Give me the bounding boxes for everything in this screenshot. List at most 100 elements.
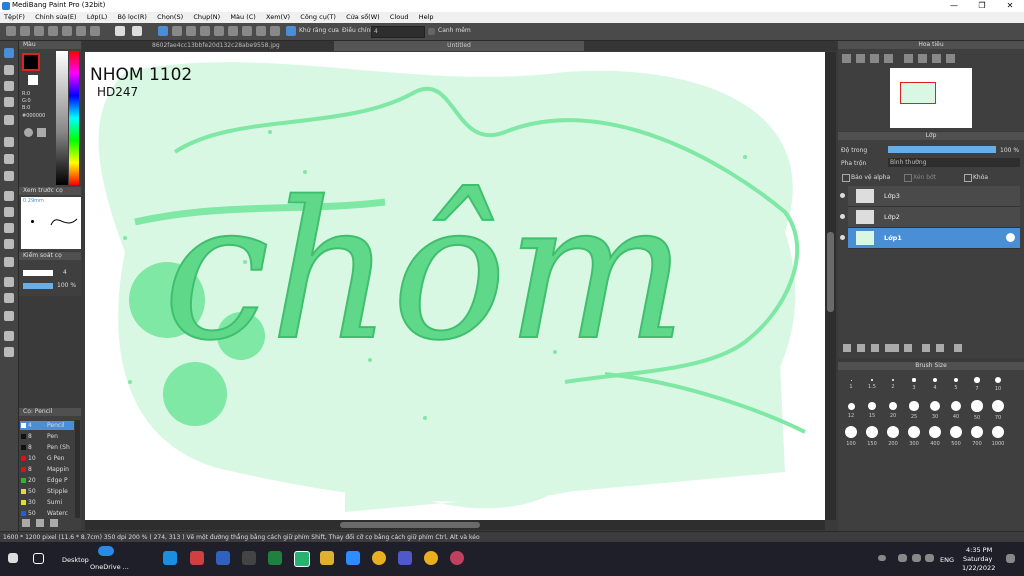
menu-window[interactable]: Cửa sổ(W) bbox=[342, 12, 384, 23]
brush-size-option[interactable]: 7 bbox=[968, 374, 986, 392]
brush-item-pen[interactable]: 8 Pen bbox=[20, 432, 74, 441]
brush-size-option[interactable]: 40 bbox=[947, 400, 965, 420]
brush-size-option[interactable]: 200 bbox=[884, 426, 902, 447]
clock-time[interactable]: 4:35 PM bbox=[966, 546, 992, 554]
horizontal-scroll-thumb[interactable] bbox=[340, 522, 480, 528]
navigator-thumbnail[interactable] bbox=[890, 68, 972, 128]
zoom-app-icon[interactable] bbox=[346, 551, 360, 565]
merge-layer-icon[interactable] bbox=[936, 344, 944, 352]
chrome-icon[interactable] bbox=[372, 551, 386, 565]
menu-edit[interactable]: Chỉnh sửa(E) bbox=[31, 12, 80, 23]
brush-copy-icon[interactable] bbox=[36, 519, 44, 527]
brush-add-icon[interactable] bbox=[22, 519, 30, 527]
transform-icon[interactable] bbox=[214, 26, 224, 36]
close-button[interactable]: ✕ bbox=[996, 0, 1024, 12]
tray-network-icon[interactable] bbox=[912, 554, 921, 562]
clock-day[interactable]: Saturday bbox=[963, 555, 992, 563]
excel-icon[interactable] bbox=[268, 551, 282, 565]
maximize-button[interactable]: ❐ bbox=[968, 0, 996, 12]
trash-icon[interactable] bbox=[954, 344, 962, 352]
minimize-button[interactable]: — bbox=[940, 0, 968, 12]
clock-date[interactable]: 1/22/2022 bbox=[962, 564, 995, 572]
brush-list-scrollbar[interactable] bbox=[75, 420, 80, 518]
gradient-tool-icon[interactable] bbox=[4, 171, 14, 181]
brush-size-option[interactable]: 700 bbox=[968, 426, 986, 447]
blend-mode-select[interactable]: Bình thường bbox=[888, 158, 1020, 167]
color-hue-bar[interactable] bbox=[69, 51, 79, 185]
add-layer-menu-icon[interactable] bbox=[885, 344, 899, 352]
brush-item-watercolor[interactable]: 50 Waterc bbox=[20, 509, 74, 518]
menu-tools[interactable]: Công cụ(T) bbox=[296, 12, 340, 23]
brush-size-option[interactable]: 2 bbox=[884, 374, 902, 390]
grid-icon[interactable] bbox=[90, 26, 100, 36]
pen-tool-icon[interactable] bbox=[4, 48, 14, 58]
menu-filter[interactable]: Bộ lọc(R) bbox=[113, 12, 150, 23]
onedrive-label[interactable]: OneDrive ... bbox=[90, 563, 129, 571]
menu-file[interactable]: Tệp(F) bbox=[0, 12, 29, 23]
language-indicator[interactable]: ENG bbox=[940, 556, 954, 564]
new-layer-icon[interactable] bbox=[843, 344, 851, 352]
eraser-tool-icon[interactable] bbox=[4, 65, 14, 75]
select-pen-icon[interactable] bbox=[4, 239, 14, 249]
tray-battery-icon[interactable] bbox=[898, 554, 907, 562]
selection-all-icon[interactable] bbox=[172, 26, 182, 36]
medibang-icon[interactable] bbox=[294, 551, 310, 567]
brush-size-option[interactable]: 400 bbox=[926, 426, 944, 447]
brush-item-sumi[interactable]: 30 Sumi bbox=[20, 498, 74, 507]
file-explorer-icon[interactable] bbox=[320, 551, 334, 565]
brush-size-option[interactable]: 70 bbox=[989, 400, 1007, 421]
move-tool-icon[interactable] bbox=[4, 115, 14, 125]
selection-invert-icon[interactable] bbox=[186, 26, 196, 36]
lock-checkbox[interactable] bbox=[964, 174, 972, 182]
brush-size-option[interactable]: 1 bbox=[842, 374, 860, 390]
word-icon[interactable] bbox=[216, 551, 230, 565]
wifi-icon[interactable] bbox=[242, 551, 256, 565]
background-color-swatch[interactable] bbox=[28, 75, 38, 85]
lasso-tool-icon[interactable] bbox=[4, 207, 14, 217]
app-g-icon[interactable] bbox=[190, 551, 204, 565]
brush-size-option[interactable]: 1.5 bbox=[863, 374, 881, 390]
canvas-vertical-scrollbar[interactable] bbox=[825, 52, 836, 520]
open-folder-icon[interactable] bbox=[34, 26, 44, 36]
clipping-checkbox[interactable] bbox=[904, 174, 912, 182]
export-icon[interactable] bbox=[76, 26, 86, 36]
menu-snap[interactable]: Chụp(N) bbox=[189, 12, 224, 23]
dot-tool-icon[interactable] bbox=[4, 81, 14, 91]
operation-tool-icon[interactable] bbox=[4, 293, 14, 303]
snap-off-icon[interactable] bbox=[228, 26, 238, 36]
eye-icon[interactable] bbox=[840, 193, 845, 198]
brush-size-option[interactable]: 30 bbox=[926, 400, 944, 420]
flip-icon[interactable] bbox=[946, 54, 955, 63]
desktop-toolbar-label[interactable]: Desktop bbox=[62, 556, 89, 564]
brush-size-option[interactable]: 3 bbox=[905, 374, 923, 391]
file-tab[interactable]: 8602fae4cc13bbfe20d132c28abe9558.jpg bbox=[152, 42, 280, 49]
layer-row[interactable]: Lớp3 bbox=[840, 186, 1020, 207]
shape-tool-icon[interactable] bbox=[4, 97, 14, 107]
brush-size-slider[interactable] bbox=[23, 270, 53, 276]
snap-parallel-icon[interactable] bbox=[242, 26, 252, 36]
rotate-right-icon[interactable] bbox=[932, 54, 941, 63]
text-tool-icon[interactable] bbox=[4, 277, 14, 287]
snap-radial-icon[interactable] bbox=[270, 26, 280, 36]
skype-icon[interactable] bbox=[163, 551, 177, 565]
brush-item-mapping[interactable]: 8 Mappin bbox=[20, 465, 74, 474]
brush-size-option[interactable]: 15 bbox=[863, 400, 881, 419]
menu-view[interactable]: Xem(V) bbox=[262, 12, 294, 23]
menu-cloud[interactable]: Cloud bbox=[386, 12, 413, 23]
brush-size-option[interactable]: 4 bbox=[926, 374, 944, 391]
layer-row[interactable]: Lớp2 bbox=[840, 207, 1020, 228]
canvas-horizontal-scrollbar[interactable] bbox=[85, 520, 825, 530]
dropper-tool-icon[interactable] bbox=[4, 331, 14, 341]
gear-icon[interactable] bbox=[1006, 233, 1015, 242]
menu-help[interactable]: Help bbox=[415, 12, 438, 23]
rotate-reset-icon[interactable] bbox=[918, 54, 927, 63]
brush-item-pencil[interactable]: 4 Pencil bbox=[20, 421, 74, 430]
new-file-icon[interactable] bbox=[20, 26, 30, 36]
cloud-icon[interactable] bbox=[6, 26, 16, 36]
select-rect-tool-icon[interactable] bbox=[4, 191, 14, 201]
vertical-scroll-thumb[interactable] bbox=[827, 232, 834, 312]
zoom-actual-icon[interactable] bbox=[884, 54, 893, 63]
brush-item-g-pen[interactable]: 10 G Pen bbox=[20, 454, 74, 463]
selection-off-icon[interactable] bbox=[158, 26, 168, 36]
redo-icon[interactable] bbox=[132, 26, 142, 36]
